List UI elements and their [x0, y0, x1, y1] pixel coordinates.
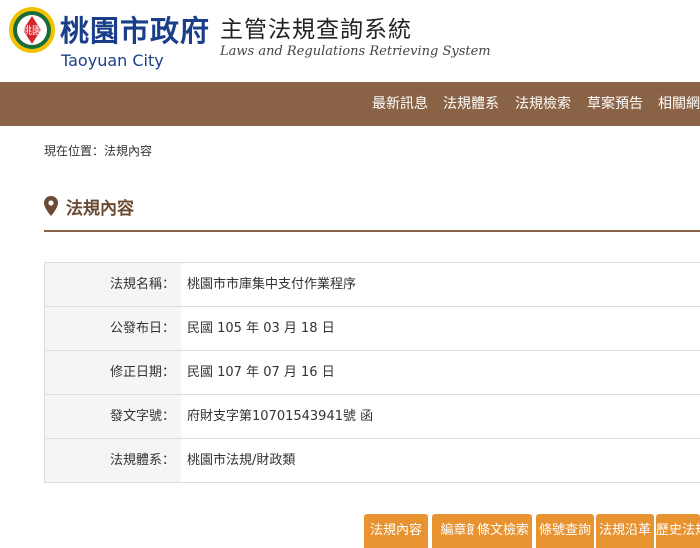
info-label: 法規體系： [45, 439, 181, 482]
main-nav: 最新訊息 法規體系 法規檢索 草案預告 相關網站 [0, 82, 700, 126]
tab-article-number[interactable]: 條號查詢 [536, 514, 594, 548]
info-label: 發文字號： [45, 395, 181, 438]
nav-item-search[interactable]: 法規檢索 [515, 82, 571, 126]
nav-item-links[interactable]: 相關網站 [658, 82, 700, 126]
info-value: 府財支字第10701543941號 函 [187, 409, 374, 424]
page-title: 法規內容 [66, 198, 134, 219]
info-row-name: 法規名稱： 桃園市市庫集中支付作業程序 [45, 263, 700, 307]
city-name-en[interactable]: Taoyuan City [61, 51, 164, 70]
breadcrumb: 現在位置：法規內容 [44, 144, 153, 158]
nav-item-drafts[interactable]: 草案預告 [587, 82, 643, 126]
info-label: 法規名稱： [45, 263, 181, 306]
info-value: 桃園市市庫集中支付作業程序 [187, 277, 357, 292]
map-pin-icon [44, 196, 58, 216]
nav-item-system[interactable]: 法規體系 [443, 82, 499, 126]
info-value: 民國 107 年 07 月 16 日 [187, 365, 335, 380]
tab-historical-regulations[interactable]: 歷史法規 [656, 514, 700, 548]
info-value: 民國 105 年 03 月 18 日 [187, 321, 335, 336]
title-divider [44, 230, 700, 232]
section-title: 法規內容 [44, 192, 134, 220]
site-header: 桃園 桃園市政府 Taoyuan City 主管法規查詢系統 Laws and … [0, 0, 700, 82]
info-row-amend-date: 修正日期： 民國 107 年 07 月 16 日 [45, 351, 700, 395]
info-row-category: 法規體系： 桃園市法規/財政類 [45, 439, 700, 483]
info-label: 修正日期： [45, 351, 181, 394]
emblem-text: 桃園 [22, 24, 42, 37]
tab-article-search[interactable]: 條文檢索 [474, 514, 532, 548]
tab-regulation-content[interactable]: 法規內容 [364, 514, 428, 548]
regulation-info-table: 法規名稱： 桃園市市庫集中支付作業程序 公發布日： 民國 105 年 03 月 … [44, 262, 700, 483]
info-value: 桃園市法規/財政類 [187, 453, 296, 468]
tab-history[interactable]: 法規沿革 [596, 514, 654, 548]
nav-item-news[interactable]: 最新訊息 [372, 82, 428, 126]
city-name[interactable]: 桃園市政府 [60, 8, 210, 50]
info-row-publish-date: 公發布日： 民國 105 年 03 月 18 日 [45, 307, 700, 351]
taoyuan-emblem-icon[interactable]: 桃園 [8, 6, 56, 54]
system-title[interactable]: 主管法規查詢系統 [220, 10, 412, 44]
system-title-en[interactable]: Laws and Regulations Retrieving System [220, 44, 491, 59]
info-row-document-number: 發文字號： 府財支字第10701543941號 函 [45, 395, 700, 439]
info-label: 公發布日： [45, 307, 181, 350]
